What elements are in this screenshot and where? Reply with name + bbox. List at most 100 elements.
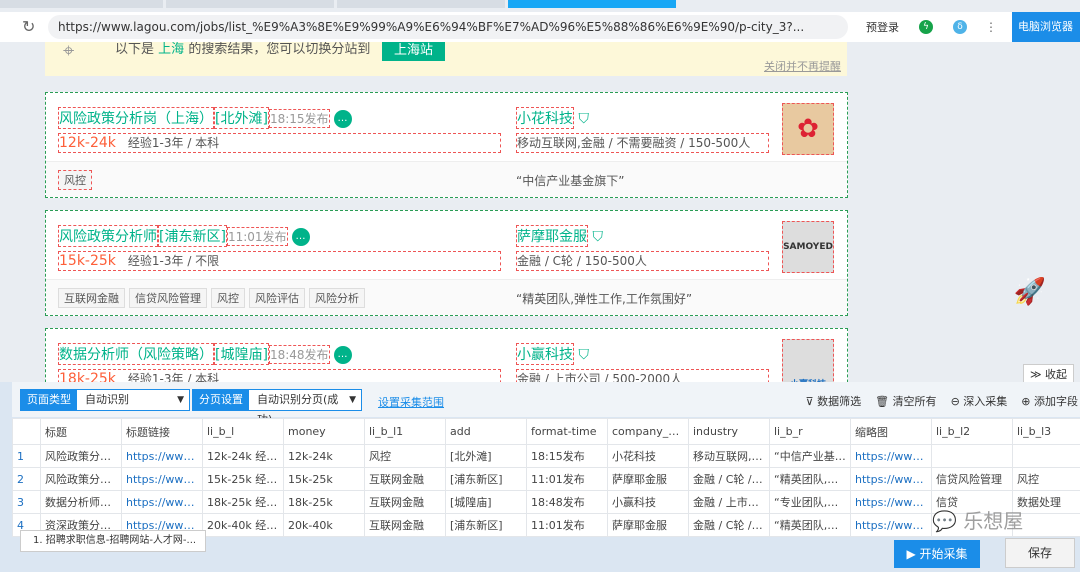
- table-cell[interactable]: 互联网金融: [364, 490, 446, 514]
- column-header[interactable]: li_b_l1: [364, 418, 446, 445]
- login-button[interactable]: 预登录: [866, 19, 899, 35]
- table-cell[interactable]: 小花科技: [607, 444, 689, 468]
- table-cell[interactable]: 移动互联网,金...: [688, 444, 770, 468]
- add-field-button[interactable]: ⊕ 添加字段: [1021, 393, 1078, 409]
- table-cell[interactable]: 数据分析师（...: [40, 490, 122, 514]
- paging-select[interactable]: 分页设置自动识别分页(成功) ▼: [192, 389, 362, 426]
- table-cell[interactable]: 萨摩耶金服: [607, 467, 689, 491]
- company-name[interactable]: 小花科技: [516, 107, 574, 129]
- table-cell[interactable]: 20k-40k 经验...: [202, 513, 284, 537]
- table-cell[interactable]: [城隍庙]: [445, 490, 527, 514]
- table-cell[interactable]: “精英团队,弹...: [769, 513, 851, 537]
- table-cell[interactable]: 3: [12, 490, 41, 514]
- company-logo[interactable]: 小赢科技: [782, 339, 834, 382]
- table-row[interactable]: 2风险政策分析师https://www.la...15k-25k 经验...15…: [12, 467, 1080, 491]
- column-header[interactable]: company_na...: [607, 418, 689, 445]
- job-title[interactable]: 数据分析师（风险策略）: [58, 343, 214, 365]
- table-cell[interactable]: 11:01发布: [526, 467, 608, 491]
- table-cell[interactable]: “精英团队,弹...: [769, 467, 851, 491]
- lightning-icon[interactable]: ϟ: [919, 20, 933, 34]
- table-cell[interactable]: https://www.la...: [121, 467, 203, 491]
- chat-icon[interactable]: …: [333, 346, 352, 364]
- column-header[interactable]: industry: [688, 418, 770, 445]
- chat-icon[interactable]: …: [333, 110, 352, 128]
- column-header[interactable]: money: [283, 418, 365, 445]
- deep-collect-button[interactable]: ⊖ 深入采集: [951, 393, 1008, 409]
- column-header[interactable]: li_b_l: [202, 418, 284, 445]
- browser-mode-button[interactable]: 电脑浏览器 ▾: [1012, 12, 1080, 63]
- chat-icon[interactable]: …: [291, 228, 310, 246]
- table-cell[interactable]: https://www.lg...: [850, 444, 932, 468]
- job-card[interactable]: 风险政策分析师 [浦东新区] 11:01发布… 15k-25k 经验1-3年 / 不限…: [45, 210, 848, 316]
- company-logo[interactable]: ✿: [782, 103, 834, 155]
- tab[interactable]: [337, 0, 505, 8]
- table-cell[interactable]: 风控: [1012, 467, 1080, 491]
- task-tab[interactable]: 1. 招聘求职信息-招聘网站-人才网-...: [20, 530, 206, 552]
- table-row[interactable]: 1风险政策分析...https://www.la...12k-24k 经验...…: [12, 444, 1080, 468]
- table-cell[interactable]: https://www.lg...: [850, 467, 932, 491]
- table-cell[interactable]: 金融 / 上市公...: [688, 490, 770, 514]
- table-cell[interactable]: 信贷风险管理: [931, 467, 1013, 491]
- reload-icon[interactable]: ↻: [22, 17, 35, 36]
- column-header[interactable]: format-time: [526, 418, 608, 445]
- table-cell[interactable]: “中信产业基金...: [769, 444, 851, 468]
- table-cell[interactable]: [931, 444, 1013, 468]
- column-header[interactable]: [12, 418, 41, 445]
- table-cell[interactable]: 风控: [364, 444, 446, 468]
- column-header[interactable]: 缩略图: [850, 418, 932, 445]
- column-header[interactable]: 标题: [40, 418, 122, 445]
- table-cell[interactable]: 15k-25k: [283, 467, 365, 491]
- table-cell[interactable]: 18:48发布: [526, 490, 608, 514]
- start-collect-button[interactable]: ▶ 开始采集: [894, 540, 980, 568]
- column-header[interactable]: 标题链接: [121, 418, 203, 445]
- table-cell[interactable]: 20k-40k: [283, 513, 365, 537]
- table-cell[interactable]: [1012, 444, 1080, 468]
- job-title[interactable]: 风险政策分析岗（上海）: [58, 107, 214, 129]
- table-cell[interactable]: 18:15发布: [526, 444, 608, 468]
- tab[interactable]: [0, 0, 163, 8]
- close-notice-link[interactable]: 关闭并不再提醒: [764, 58, 841, 74]
- column-header[interactable]: add: [445, 418, 527, 445]
- table-cell[interactable]: 12k-24k: [283, 444, 365, 468]
- table-cell[interactable]: 互联网金融: [364, 513, 446, 537]
- table-cell[interactable]: [浦东新区]: [445, 467, 527, 491]
- column-header[interactable]: li_b_r: [769, 418, 851, 445]
- save-button[interactable]: 保存: [1005, 538, 1075, 568]
- table-cell[interactable]: 1: [12, 444, 41, 468]
- job-card[interactable]: 风险政策分析岗（上海） [北外滩] 18:15发布… 12k-24k 经验1-3年 /…: [45, 92, 848, 198]
- company-name[interactable]: 小赢科技: [516, 343, 574, 365]
- table-cell[interactable]: 18k-25k 经验...: [202, 490, 284, 514]
- clear-all-button[interactable]: 🗑 清空所有: [875, 393, 936, 409]
- more-icon[interactable]: ⋮: [985, 20, 997, 34]
- table-cell[interactable]: 12k-24k 经验...: [202, 444, 284, 468]
- job-card[interactable]: 数据分析师（风险策略） [城隍庙] 18:48发布… 18k-25k 经验1-3年 /…: [45, 328, 848, 382]
- table-cell[interactable]: 小赢科技: [607, 490, 689, 514]
- table-cell[interactable]: [浦东新区]: [445, 513, 527, 537]
- url-input[interactable]: https://www.lagou.com/jobs/list_%E9%A3%8…: [48, 15, 848, 39]
- tab-active[interactable]: [508, 0, 676, 8]
- company-name[interactable]: 萨摩耶金服: [516, 225, 588, 247]
- table-cell[interactable]: 15k-25k 经验...: [202, 467, 284, 491]
- column-header[interactable]: li_b_l3: [1012, 418, 1080, 445]
- table-cell[interactable]: 18k-25k: [283, 490, 365, 514]
- page-type-select[interactable]: 页面类型 自动识别 ▼: [20, 389, 190, 411]
- extension-icon[interactable]: δ: [953, 20, 967, 34]
- filter-button[interactable]: ⊽ 数据筛选: [806, 393, 862, 409]
- table-cell[interactable]: 萨摩耶金服: [607, 513, 689, 537]
- table-cell[interactable]: https://www.la...: [121, 444, 203, 468]
- job-title[interactable]: 风险政策分析师: [58, 225, 158, 247]
- table-cell[interactable]: https://www.lg...: [850, 513, 932, 537]
- table-cell[interactable]: “专业团队,发...: [769, 490, 851, 514]
- table-cell[interactable]: https://www.lg...: [850, 490, 932, 514]
- column-header[interactable]: li_b_l2: [931, 418, 1013, 445]
- table-cell[interactable]: 金融 / C轮 / 1...: [688, 513, 770, 537]
- table-cell[interactable]: 风险政策分析...: [40, 444, 122, 468]
- table-cell[interactable]: 互联网金融: [364, 467, 446, 491]
- table-cell[interactable]: 2: [12, 467, 41, 491]
- table-cell[interactable]: https://www.la...: [121, 490, 203, 514]
- switch-city-button[interactable]: 上海站: [382, 42, 446, 61]
- table-cell[interactable]: 金融 / C轮 / 1...: [688, 467, 770, 491]
- tab[interactable]: [166, 0, 334, 8]
- company-logo[interactable]: SAMOYED: [782, 221, 834, 273]
- collapse-button[interactable]: ≫ 收起: [1022, 364, 1074, 382]
